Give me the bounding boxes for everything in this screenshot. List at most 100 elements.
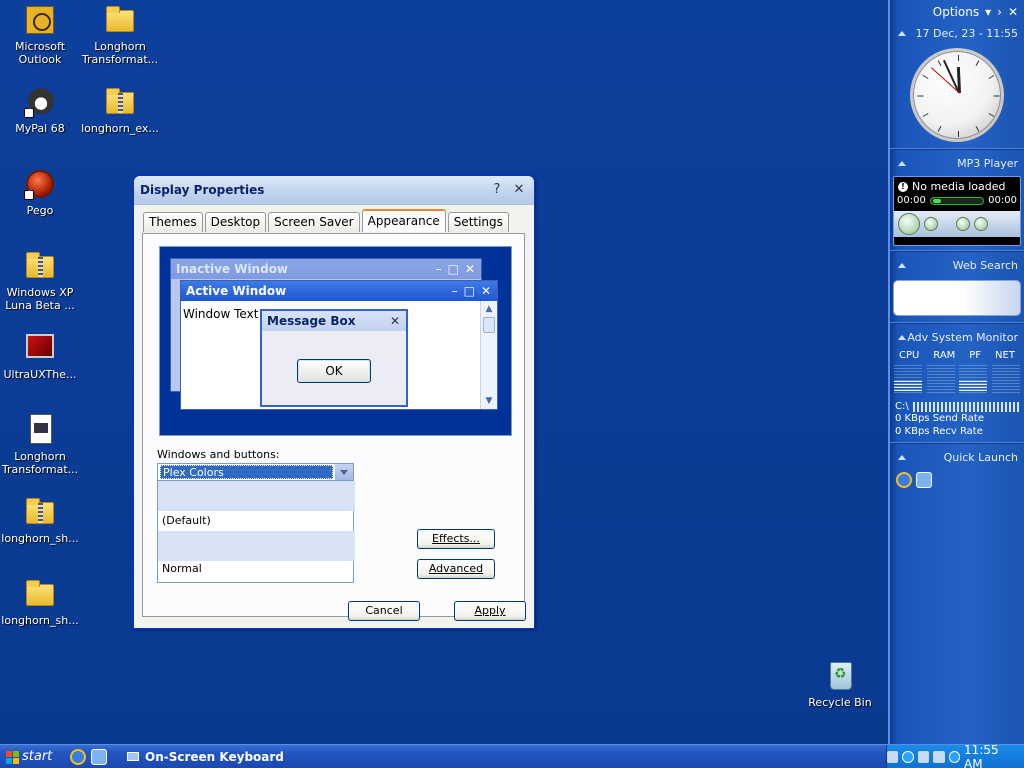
- desktop-icon-recycle-bin[interactable]: Recycle Bin: [800, 660, 880, 709]
- clock-second-hand: [930, 67, 960, 94]
- desktop-icon-label: Longhorn Transformat...: [1, 450, 79, 476]
- dropdown-item-default[interactable]: (Default): [160, 513, 336, 529]
- tray-display-icon[interactable]: [887, 751, 899, 763]
- sidebar: Options ▾ › ✕ 17 Dec, 23 - 11:55 MP3 Pla…: [888, 0, 1024, 744]
- disk-usage-row: C:\: [890, 397, 1024, 412]
- scroll-thumb: [483, 317, 495, 333]
- zip-folder-icon: [26, 498, 54, 524]
- window-titlebar[interactable]: Display Properties ? ✕: [134, 176, 534, 204]
- play-icon[interactable]: [898, 213, 920, 235]
- close-icon: ✕: [464, 262, 475, 276]
- tab-themes[interactable]: Themes: [143, 212, 203, 232]
- tray-drive-icon[interactable]: [933, 751, 945, 763]
- desktop-icon-label: longhorn_ex...: [81, 122, 159, 135]
- dropdown-divider: [158, 531, 355, 561]
- effects-label: Effects...: [432, 532, 480, 545]
- monitor-columns: CPU RAM PF NET: [890, 346, 1024, 361]
- scroll-up-icon: ▲: [485, 304, 493, 314]
- tab-settings[interactable]: Settings: [447, 212, 509, 232]
- taskbar-item-on-screen-keyboard[interactable]: On-Screen Keyboard: [121, 747, 294, 767]
- cancel-button[interactable]: Cancel: [348, 601, 420, 621]
- document-icon: [30, 414, 52, 444]
- desktop-icon-longhorn-sh-folder[interactable]: longhorn_sh...: [0, 578, 80, 627]
- close-icon: ✕: [389, 314, 400, 328]
- clock-tick: [988, 113, 995, 117]
- monitor-col-net: NET: [995, 350, 1015, 361]
- sidebar-options-menu[interactable]: Options: [933, 5, 979, 19]
- apply-button[interactable]: Apply: [454, 601, 526, 621]
- tab-desktop[interactable]: Desktop: [204, 212, 267, 232]
- web-search-input[interactable]: [893, 280, 1021, 316]
- start-button[interactable]: start: [0, 745, 62, 768]
- collapse-arrow-icon[interactable]: [898, 454, 906, 460]
- stop-icon[interactable]: [924, 217, 938, 231]
- system-tray: 11:55 AM: [886, 743, 1024, 768]
- desktop-icon-longhorn-sh-zip[interactable]: longhorn_sh...: [0, 496, 80, 545]
- help-button[interactable]: ?: [488, 181, 506, 199]
- browser-app-icon[interactable]: [916, 472, 932, 488]
- mp3-seek-bar[interactable]: [929, 196, 985, 205]
- desktop-icon-label: UltraUXThe...: [3, 368, 77, 381]
- maximize-icon: □: [447, 262, 459, 276]
- effects-button[interactable]: Effects...: [417, 529, 495, 549]
- desktop-icon-ultraux[interactable]: UltraUXThe...: [0, 332, 80, 381]
- preview-ok-button: OK: [297, 359, 371, 383]
- desktop-icon-longhorn-doc[interactable]: Longhorn Transformat...: [0, 414, 80, 476]
- internet-explorer-icon[interactable]: [70, 748, 86, 765]
- clock-tick: [917, 95, 924, 97]
- clock-tick: [958, 131, 959, 137]
- internet-explorer-icon[interactable]: [896, 472, 912, 488]
- tray-document-icon[interactable]: [917, 751, 930, 763]
- preview-inactive-controls: – □ ✕: [436, 262, 481, 276]
- mp3-time-start: 00:00: [897, 195, 926, 206]
- desktop-icon-label: Pego: [26, 204, 54, 217]
- collapse-arrow-icon[interactable]: [898, 334, 906, 340]
- collapse-arrow-icon[interactable]: [898, 30, 906, 36]
- previous-track-icon[interactable]: [956, 217, 970, 231]
- collapse-arrow-icon[interactable]: [898, 262, 906, 268]
- taskbar-quick-launch: [62, 748, 115, 765]
- clock-section-head: 17 Dec, 23 - 11:55: [890, 24, 1024, 42]
- quick-launch-title: Quick Launch: [943, 450, 1018, 464]
- close-icon: ✕: [480, 284, 491, 298]
- appearance-preview: Inactive Window – □ ✕ Active Window – □: [159, 246, 512, 436]
- next-track-icon[interactable]: [974, 217, 988, 231]
- chevron-down-icon[interactable]: ▾: [985, 5, 991, 19]
- tray-back-icon[interactable]: [902, 751, 914, 763]
- clock-tick: [958, 55, 959, 61]
- preview-msgbox-title: Message Box: [267, 314, 356, 328]
- tray-app-icon[interactable]: [948, 751, 961, 763]
- drive-label: C:\: [895, 401, 909, 412]
- desktop-icon-pego[interactable]: Pego: [0, 168, 80, 217]
- close-button[interactable]: ✕: [510, 181, 528, 199]
- clock-tick: [922, 113, 929, 117]
- clock-tick: [922, 75, 929, 79]
- combo-selected-value: Plex Colors: [160, 465, 333, 479]
- chevron-down-icon[interactable]: [335, 464, 353, 480]
- outlook-icon: [26, 6, 54, 34]
- advanced-button[interactable]: Advanced: [417, 559, 495, 579]
- tray-clock[interactable]: 11:55 AM: [964, 743, 1018, 768]
- collapse-arrow-icon[interactable]: [898, 160, 906, 166]
- windows-buttons-combo[interactable]: Plex Colors: [157, 463, 354, 481]
- dropdown-item-normal[interactable]: Normal: [160, 561, 336, 577]
- preview-window-text: Window Text: [183, 307, 259, 321]
- desktop-icon-longhorn-folder[interactable]: Longhorn Transformat...: [80, 4, 160, 66]
- preview-active-title: Active Window: [186, 284, 287, 298]
- desktop-icon-label: longhorn_sh...: [1, 614, 79, 627]
- dropdown-divider: [158, 481, 355, 511]
- desktop-icon-luna-beta[interactable]: Windows XP Luna Beta ...: [0, 250, 80, 312]
- browser-app-icon[interactable]: [91, 748, 107, 765]
- desktop-icon-label: Longhorn Transformat...: [81, 40, 159, 66]
- analog-clock[interactable]: [910, 48, 1004, 142]
- clock-tick: [993, 95, 1000, 97]
- tab-screen-saver[interactable]: Screen Saver: [268, 212, 360, 232]
- desktop-icon-mypal[interactable]: MyPal 68: [0, 86, 80, 135]
- desktop-icon-longhorn-ex[interactable]: longhorn_ex...: [80, 86, 160, 135]
- apply-label: Apply: [474, 604, 506, 617]
- tab-appearance[interactable]: Appearance: [361, 209, 446, 232]
- folder-icon: [106, 6, 134, 32]
- desktop-icon-outlook[interactable]: Microsoft Outlook: [0, 4, 80, 66]
- chevron-right-icon[interactable]: ›: [997, 5, 1002, 19]
- close-icon[interactable]: ✕: [1008, 5, 1018, 19]
